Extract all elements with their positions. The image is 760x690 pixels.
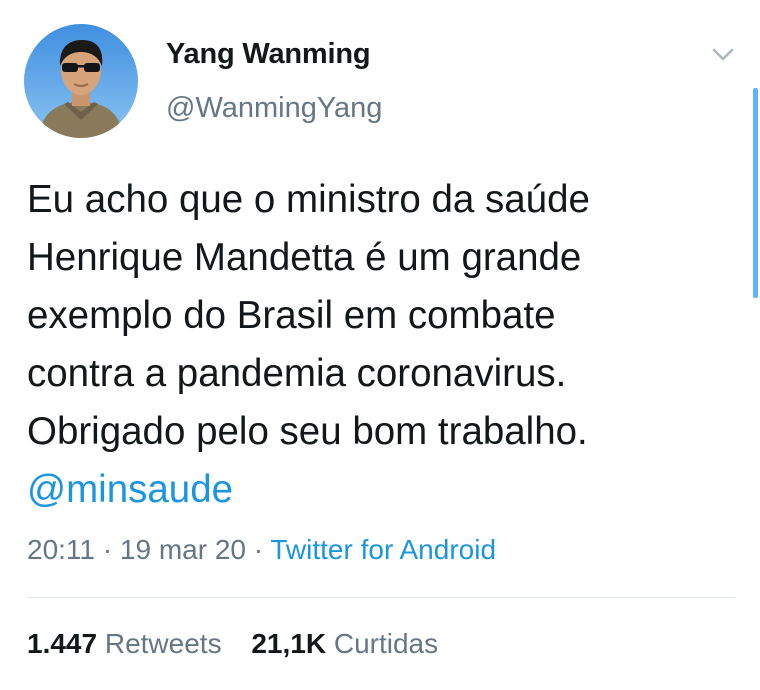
tweet-stats: 1.447 Retweets 21,1K Curtidas: [27, 628, 438, 660]
tweet-source-link[interactable]: Twitter for Android: [270, 534, 496, 565]
tweet-date[interactable]: 19 mar 20: [120, 534, 246, 565]
tweet-text-line: contra a pandemia coronavirus.: [27, 352, 567, 395]
tweet-text: Eu acho que o ministro da saúde Henrique…: [27, 171, 727, 519]
likes-label: Curtidas: [333, 628, 439, 659]
author-handle[interactable]: @WanmingYang: [166, 92, 382, 125]
likes-count: 21,1K: [251, 628, 327, 659]
tweet-text-line: Obrigado pelo seu bom trabalho.: [27, 410, 588, 453]
scrollbar-thumb[interactable]: [753, 88, 758, 298]
tweet-text-line: Eu acho que o ministro da saúde: [27, 178, 590, 221]
mention-link[interactable]: @minsaude: [27, 468, 233, 511]
divider: [27, 597, 735, 598]
tweet-menu-button[interactable]: [704, 40, 742, 70]
meta-separator: ·: [253, 534, 264, 565]
chevron-down-icon: [712, 48, 734, 61]
tweet-card: Yang Wanming @WanmingYang Eu acho que o …: [0, 0, 760, 690]
retweets-count: 1.447: [27, 628, 98, 659]
likes-stat[interactable]: 21,1K Curtidas: [251, 628, 438, 660]
retweets-stat[interactable]: 1.447 Retweets: [27, 628, 222, 660]
meta-separator: ·: [102, 534, 113, 565]
tweet-text-line: exemplo do Brasil em combate: [27, 294, 556, 337]
tweet-time[interactable]: 20:11: [27, 534, 95, 565]
retweets-label: Retweets: [104, 628, 222, 659]
avatar[interactable]: [24, 24, 138, 138]
author-name[interactable]: Yang Wanming: [166, 38, 371, 71]
tweet-text-line: Henrique Mandetta é um grande: [27, 236, 582, 279]
tweet-meta: 20:11 · 19 mar 20 · Twitter for Android: [27, 534, 496, 566]
avatar-image: [24, 24, 138, 138]
